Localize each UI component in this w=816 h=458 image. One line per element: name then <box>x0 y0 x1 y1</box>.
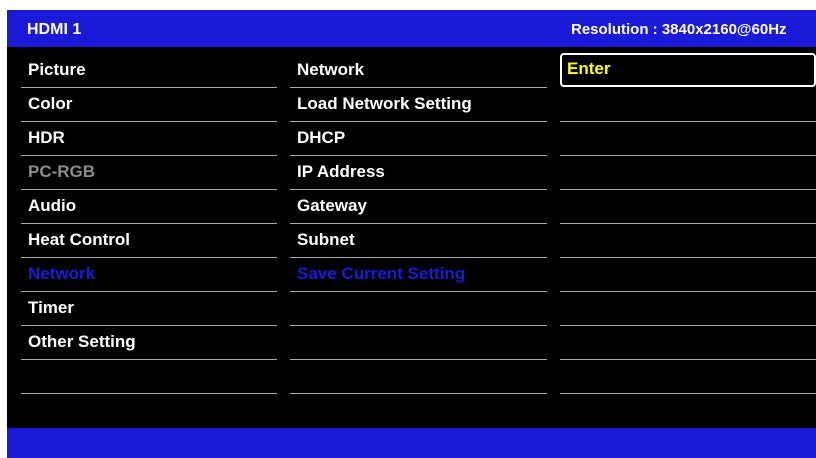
submenu-item-save-current-setting[interactable]: Save Current Setting <box>290 258 547 292</box>
enter-button[interactable]: Enter <box>560 53 816 87</box>
osd-screen: HDMI 1 Resolution : 3840x2160@60Hz Pictu… <box>7 10 816 458</box>
value-row-empty <box>560 258 816 292</box>
main-menu: Picture Color HDR PC-RGB Audio Heat Cont… <box>21 54 277 394</box>
menu-item-audio[interactable]: Audio <box>21 190 277 224</box>
value-row-empty <box>560 292 816 326</box>
menu-item-pc-rgb: PC-RGB <box>21 156 277 190</box>
submenu-item-label: IP Address <box>297 162 385 181</box>
submenu-item-ip-address[interactable]: IP Address <box>290 156 547 190</box>
submenu-item-empty <box>290 360 547 394</box>
value-row-empty <box>560 190 816 224</box>
submenu-item-empty <box>290 292 547 326</box>
menu-item-network[interactable]: Network <box>21 258 277 292</box>
submenu-item-label: Subnet <box>297 230 355 249</box>
submenu-item-subnet[interactable]: Subnet <box>290 224 547 258</box>
header-bar: HDMI 1 Resolution : 3840x2160@60Hz <box>7 10 816 47</box>
footer-bar <box>7 428 816 458</box>
menu-item-other-setting[interactable]: Other Setting <box>21 326 277 360</box>
menu-item-timer[interactable]: Timer <box>21 292 277 326</box>
value-row-empty <box>560 224 816 258</box>
value-row-empty <box>560 122 816 156</box>
submenu-item-label: Network <box>297 60 365 79</box>
submenu-item-label: Load Network Setting <box>297 94 472 113</box>
menu-item-label: Other Setting <box>28 332 136 351</box>
menu-item-hdr[interactable]: HDR <box>21 122 277 156</box>
submenu-item-label: Save Current Setting <box>297 264 466 283</box>
submenu-item-load-network-setting[interactable]: Load Network Setting <box>290 88 547 122</box>
submenu-item-network[interactable]: Network <box>290 54 547 88</box>
network-submenu: Network Load Network Setting DHCP IP Add… <box>290 54 547 394</box>
submenu-item-empty <box>290 326 547 360</box>
menu-item-color[interactable]: Color <box>21 88 277 122</box>
menu-item-label: Color <box>28 94 73 113</box>
menu-item-heat-control[interactable]: Heat Control <box>21 224 277 258</box>
resolution-label: Resolution : 3840x2160@60Hz <box>571 21 787 38</box>
menu-item-picture[interactable]: Picture <box>21 54 277 88</box>
submenu-item-label: DHCP <box>297 128 346 147</box>
menu-item-label: Audio <box>28 196 77 215</box>
input-source-label: HDMI 1 <box>27 21 82 38</box>
submenu-item-gateway[interactable]: Gateway <box>290 190 547 224</box>
menu-item-label: Timer <box>28 298 74 317</box>
submenu-item-label: Gateway <box>297 196 367 215</box>
menu-item-label: PC-RGB <box>28 162 96 181</box>
value-row-empty <box>560 156 816 190</box>
value-row-empty <box>560 360 816 394</box>
enter-label: Enter <box>567 59 611 78</box>
menu-item-label: Network <box>28 264 96 283</box>
value-column: Enter <box>560 53 816 394</box>
menu-item-empty <box>21 360 277 394</box>
menu-item-label: HDR <box>28 128 65 147</box>
menu-item-label: Heat Control <box>28 230 130 249</box>
submenu-item-dhcp[interactable]: DHCP <box>290 122 547 156</box>
menu-item-label: Picture <box>28 60 86 79</box>
value-row-empty <box>560 88 816 122</box>
value-row-empty <box>560 326 816 360</box>
